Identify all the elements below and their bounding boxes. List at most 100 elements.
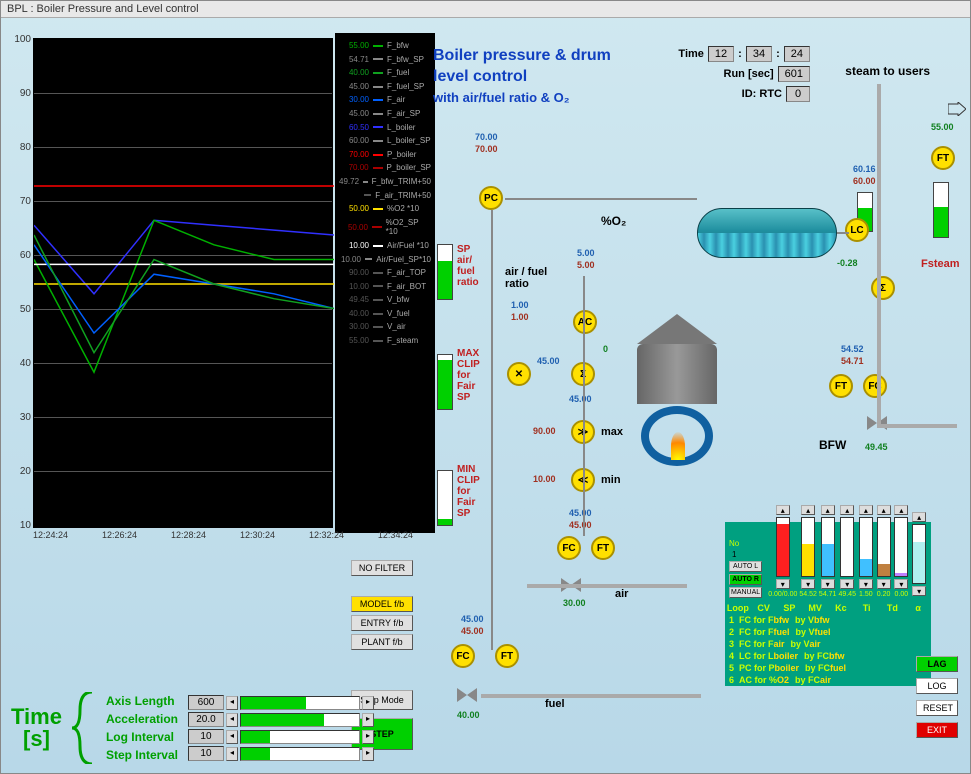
fc-air[interactable]: FC: [557, 536, 581, 560]
window-titlebar: BPL : Boiler Pressure and Level control: [1, 1, 970, 18]
plant-fb-button[interactable]: PLANT f/b: [351, 634, 413, 650]
axis-length-label: Axis Length: [106, 692, 178, 710]
step-interval-label: Step Interval: [106, 746, 178, 764]
o2-sp: 5.00: [577, 248, 595, 258]
entry-fb-button[interactable]: ENTRY f/b: [351, 615, 413, 631]
time-heading: Time [s]: [11, 706, 62, 750]
increase-button[interactable]: ▸: [362, 730, 374, 744]
lc-controller[interactable]: LC: [845, 218, 869, 242]
increase-button[interactable]: ▸: [362, 747, 374, 761]
af-pv: 1.00: [511, 312, 529, 322]
furnace-icon: [637, 344, 717, 484]
bar-up-button[interactable]: ▴: [776, 505, 790, 515]
fuel-label: fuel: [545, 698, 565, 710]
loop-bar[interactable]: [801, 517, 815, 577]
run-sec: 601: [778, 66, 810, 82]
setting-slider[interactable]: [240, 713, 360, 727]
min-val: 10.00: [533, 474, 556, 484]
log-button[interactable]: LOG: [916, 678, 958, 694]
lag-button[interactable]: LAG: [916, 656, 958, 672]
plot-area[interactable]: [33, 38, 333, 528]
v-fuel: 40.00: [457, 710, 480, 720]
min-clip-bar[interactable]: [437, 470, 453, 526]
no-filter-button[interactable]: NO FILTER: [351, 560, 413, 576]
decrease-button[interactable]: ◂: [226, 730, 238, 744]
setting-value[interactable]: 600: [188, 695, 224, 710]
time-m: 34: [746, 46, 772, 62]
bar-down-button[interactable]: ▾: [894, 579, 908, 589]
loop-bar[interactable]: [859, 517, 873, 577]
bar-up-button[interactable]: ▴: [801, 505, 815, 515]
bar-down-button[interactable]: ▾: [859, 579, 873, 589]
mult-in: 45.00: [537, 356, 560, 366]
bar-up-button[interactable]: ▴: [859, 505, 873, 515]
bar-up-button[interactable]: ▴: [912, 512, 926, 522]
sum-out: 45.00: [569, 394, 592, 404]
ac-controller[interactable]: AC: [573, 310, 597, 334]
increase-button[interactable]: ▸: [362, 713, 374, 727]
loop-row[interactable]: 5PC for Pboilerby FCfuel: [725, 662, 931, 674]
loop-bar[interactable]: [877, 517, 891, 577]
time-settings: Time [s] Axis Length Acceleration Log In…: [11, 692, 374, 764]
setting-slider[interactable]: [240, 696, 360, 710]
bar-down-button[interactable]: ▾: [840, 579, 854, 589]
loop-no-val[interactable]: 1: [729, 550, 762, 559]
fc-fuel-pv: 45.00: [461, 626, 484, 636]
loop-table: No 1 AUTO L AUTO R MANUAL ▴▾0.00/0.00▴▾5…: [725, 522, 931, 686]
log-interval-label: Log Interval: [106, 728, 178, 746]
loop-row[interactable]: 4LC for Lboilerby FCbfw: [725, 650, 931, 662]
bar-down-button[interactable]: ▾: [776, 579, 790, 589]
sp-ratio-bar[interactable]: [437, 244, 453, 300]
fc-air-sp: 45.00: [569, 508, 592, 518]
loop-row[interactable]: 3FC for Fairby Vair: [725, 638, 931, 650]
o2-label: %O₂: [601, 214, 626, 228]
v-air: 30.00: [563, 598, 586, 608]
model-fb-button[interactable]: MODEL f/b: [351, 596, 413, 612]
setting-slider[interactable]: [240, 730, 360, 744]
fuel-valve-icon[interactable]: [457, 688, 477, 702]
bar-up-button[interactable]: ▴: [877, 505, 891, 515]
loop-row[interactable]: 2FC for Ffuelby Vfuel: [725, 626, 931, 638]
loop-no-label: No: [729, 539, 762, 548]
loop-bar[interactable]: [776, 517, 790, 577]
fc-fuel[interactable]: FC: [451, 644, 475, 668]
bar-up-button[interactable]: ▴: [821, 505, 835, 515]
setting-value[interactable]: 20.0: [188, 712, 224, 727]
setting-slider[interactable]: [240, 747, 360, 761]
fc-bfw[interactable]: FC: [863, 374, 887, 398]
loop-bar[interactable]: [912, 524, 926, 584]
bar-down-button[interactable]: ▾: [821, 579, 835, 589]
pc-controller[interactable]: PC: [479, 186, 503, 210]
bar-up-button[interactable]: ▴: [894, 505, 908, 515]
reset-button[interactable]: RESET: [916, 700, 958, 716]
min-label: min: [601, 474, 621, 486]
decrease-button[interactable]: ◂: [226, 696, 238, 710]
bar-down-button[interactable]: ▾: [801, 579, 815, 589]
brace-icon: [72, 692, 96, 764]
auto-l-button[interactable]: AUTO L: [729, 561, 762, 572]
loop-bar[interactable]: [894, 517, 908, 577]
decrease-button[interactable]: ◂: [226, 747, 238, 761]
bar-down-button[interactable]: ▾: [877, 579, 891, 589]
bfw-label: BFW: [819, 438, 846, 452]
manual-button[interactable]: MANUAL: [729, 587, 762, 598]
bar-up-button[interactable]: ▴: [840, 505, 854, 515]
steam-drum-icon: [697, 208, 837, 258]
loop-row[interactable]: 1FC for Fbfwby Vbfw: [725, 614, 931, 626]
loop-bar[interactable]: [821, 517, 835, 577]
legend: 55.00F_bfw54.71F_bfw_SP40.00F_fuel45.00F…: [335, 33, 435, 533]
bar-down-button[interactable]: ▾: [912, 586, 926, 596]
setting-value[interactable]: 10: [188, 746, 224, 761]
ft-steam-val: 55.00: [931, 122, 954, 132]
setting-value[interactable]: 10: [188, 729, 224, 744]
auto-r-button[interactable]: AUTO R: [729, 574, 762, 585]
loop-bar[interactable]: [840, 517, 854, 577]
lc-out: -0.28: [837, 258, 858, 268]
fsteam-bar[interactable]: [933, 182, 949, 238]
loop-row[interactable]: 6AC for %O2by FCair: [725, 674, 931, 686]
decrease-button[interactable]: ◂: [226, 713, 238, 727]
fc-fuel-sp: 45.00: [461, 614, 484, 624]
exit-button[interactable]: EXIT: [916, 722, 958, 738]
max-clip-bar[interactable]: [437, 354, 453, 410]
increase-button[interactable]: ▸: [362, 696, 374, 710]
